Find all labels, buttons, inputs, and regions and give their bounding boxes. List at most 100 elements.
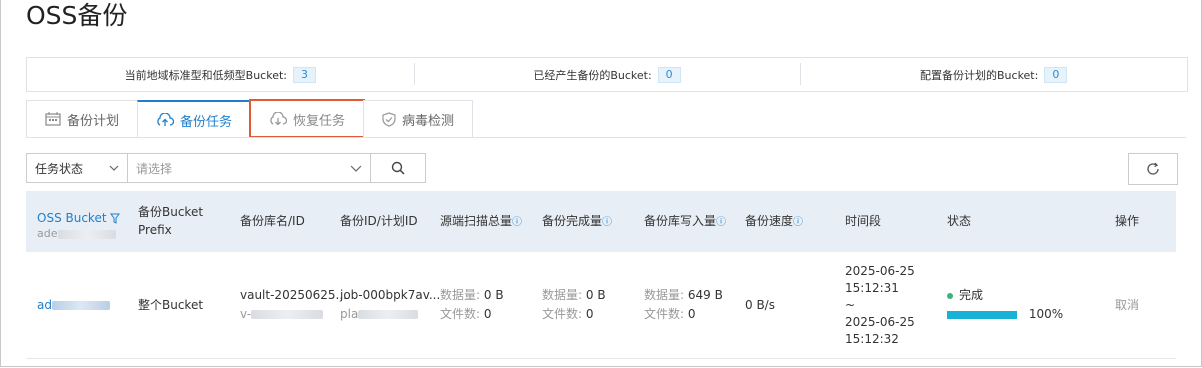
- tab-label: 病毒检测: [402, 113, 455, 129]
- cell-speed: 0 B/s: [745, 298, 775, 312]
- plan-id-text: pla: [340, 307, 359, 321]
- refresh-button[interactable]: [1128, 153, 1178, 185]
- progress-bar: [947, 310, 1017, 319]
- stat-badge: 0: [1044, 66, 1068, 83]
- filter-field-select[interactable]: 任务状态: [26, 153, 128, 183]
- col-write: 备份库写入量ⓘ: [644, 212, 726, 232]
- col-speed-label: 备份速度: [745, 214, 794, 228]
- chevron-down-icon: [350, 165, 362, 172]
- cell-done: 数据量: 0 B 文件数: 0: [542, 286, 606, 324]
- plan-id: pla: [340, 305, 440, 324]
- col-bucket-sub-text: ade: [37, 227, 58, 240]
- tab-label: 恢复任务: [293, 113, 346, 129]
- col-period: 时间段: [845, 214, 882, 228]
- col-action: 操作: [1115, 214, 1140, 228]
- tab-virus-scan[interactable]: 病毒检测: [363, 100, 474, 137]
- progress-text: 100%: [1028, 307, 1064, 321]
- redacted-text: [57, 229, 116, 239]
- redacted-text: [358, 310, 419, 319]
- tab-bar: 备份计划 备份任务 恢复任务 病毒检测: [26, 99, 474, 138]
- cell-prefix: 整个Bucket: [138, 298, 204, 312]
- filter-icon[interactable]: [110, 213, 121, 224]
- col-scan-label: 源端扫描总量: [440, 214, 513, 228]
- status-dot-icon: [947, 292, 953, 299]
- vault-id: v-: [240, 305, 347, 324]
- cell-job: job-000bpk7av... pla: [340, 286, 440, 324]
- stat-bucket-count: 当前地域标准型和低频型Bucket: 3: [27, 66, 414, 83]
- table-row: ad 整个Bucket vault-20250625... v- job-000…: [26, 252, 1176, 359]
- tab-restore-tasks[interactable]: 恢复任务: [249, 99, 366, 138]
- cloud-upload-icon: [157, 113, 175, 126]
- filter-bar: 任务状态 请选择: [26, 153, 426, 183]
- scan-data-label: 数据量:: [440, 288, 481, 302]
- col-bucket-label: OSS Bucket: [37, 211, 107, 225]
- cell-status: 完成 100%: [947, 286, 1063, 324]
- col-vault: 备份库名/ID: [240, 214, 305, 228]
- stats-bar: 当前地域标准型和低频型Bucket: 3 已经产生备份的Bucket: 0 配置…: [26, 57, 1188, 92]
- period-separator: ~: [845, 298, 856, 312]
- search-icon: [391, 161, 405, 175]
- cell-scan: 数据量: 0 B 文件数: 0: [440, 286, 504, 324]
- col-bucket[interactable]: OSS Bucket ade: [37, 209, 121, 241]
- start-date: 2025-06-25: [845, 264, 915, 278]
- cell-bucket[interactable]: ad: [37, 296, 110, 315]
- tab-divider: [26, 137, 1186, 138]
- stat-plan-configured: 配置备份计划的Bucket: 0: [800, 62, 1187, 85]
- write-data: 649 B: [687, 288, 723, 302]
- bucket-link[interactable]: ad: [37, 298, 52, 312]
- status-select[interactable]: 请选择: [128, 153, 371, 183]
- done-data-label: 数据量:: [542, 288, 583, 302]
- col-status: 状态: [947, 214, 972, 228]
- stat-label: 当前地域标准型和低频型Bucket:: [124, 68, 287, 82]
- search-button[interactable]: [371, 153, 426, 183]
- calendar-icon: [45, 112, 61, 126]
- stat-badge: 0: [657, 66, 681, 83]
- help-icon[interactable]: ⓘ: [602, 217, 612, 228]
- done-files: 0: [585, 307, 594, 321]
- filter-field-label: 任务状态: [35, 161, 84, 176]
- tab-backup-tasks[interactable]: 备份任务: [137, 100, 252, 138]
- vault-id-text: v-: [240, 307, 252, 321]
- end-date: 2025-06-25: [845, 315, 915, 329]
- shield-check-icon: [382, 111, 396, 127]
- chevron-down-icon: [109, 165, 119, 171]
- col-job: 备份ID/计划ID: [340, 214, 418, 228]
- status-placeholder: 请选择: [136, 161, 173, 176]
- status-text: 完成: [959, 288, 984, 302]
- col-done: 备份完成量ⓘ: [542, 212, 612, 232]
- help-icon[interactable]: ⓘ: [716, 217, 726, 228]
- redacted-text: [51, 301, 110, 310]
- cancel-button[interactable]: 取消: [1115, 296, 1139, 315]
- tab-label: 备份计划: [67, 113, 120, 129]
- vault-name: vault-20250625...: [240, 288, 347, 302]
- cell-vault: vault-20250625... v-: [240, 286, 347, 324]
- end-time: 15:12:32: [845, 332, 899, 346]
- help-icon[interactable]: ⓘ: [512, 217, 522, 228]
- write-data-label: 数据量:: [644, 288, 685, 302]
- scan-files: 0: [483, 307, 492, 321]
- col-scan: 源端扫描总量ⓘ: [440, 212, 522, 232]
- job-id: job-000bpk7av...: [340, 288, 441, 302]
- stat-label: 配置备份计划的Bucket:: [920, 68, 1039, 82]
- done-data: 0 B: [585, 288, 606, 302]
- help-icon[interactable]: ⓘ: [793, 217, 803, 228]
- cell-write: 数据量: 649 B 文件数: 0: [644, 286, 723, 324]
- cloud-download-icon: [270, 112, 288, 126]
- col-write-label: 备份库写入量: [644, 214, 717, 228]
- stat-label: 已经产生备份的Bucket:: [533, 68, 652, 82]
- refresh-icon: [1147, 162, 1159, 175]
- cell-period: 2025-06-25 15:12:31 ~ 2025-06-25 15:12:3…: [845, 263, 915, 348]
- scan-data: 0 B: [483, 288, 504, 302]
- col-prefix: 备份Bucket Prefix: [138, 205, 204, 237]
- done-files-label: 文件数:: [542, 307, 583, 321]
- tab-backup-plan[interactable]: 备份计划: [26, 100, 139, 137]
- start-time: 15:12:31: [845, 281, 899, 295]
- write-files: 0: [687, 307, 696, 321]
- redacted-text: [251, 310, 324, 319]
- col-bucket-sub: ade: [37, 227, 120, 241]
- write-files-label: 文件数:: [644, 307, 685, 321]
- tab-label: 备份任务: [180, 114, 233, 130]
- page-title: OSS备份: [26, 1, 128, 30]
- stat-badge: 3: [293, 66, 316, 83]
- stat-backed-up: 已经产生备份的Bucket: 0: [413, 62, 801, 85]
